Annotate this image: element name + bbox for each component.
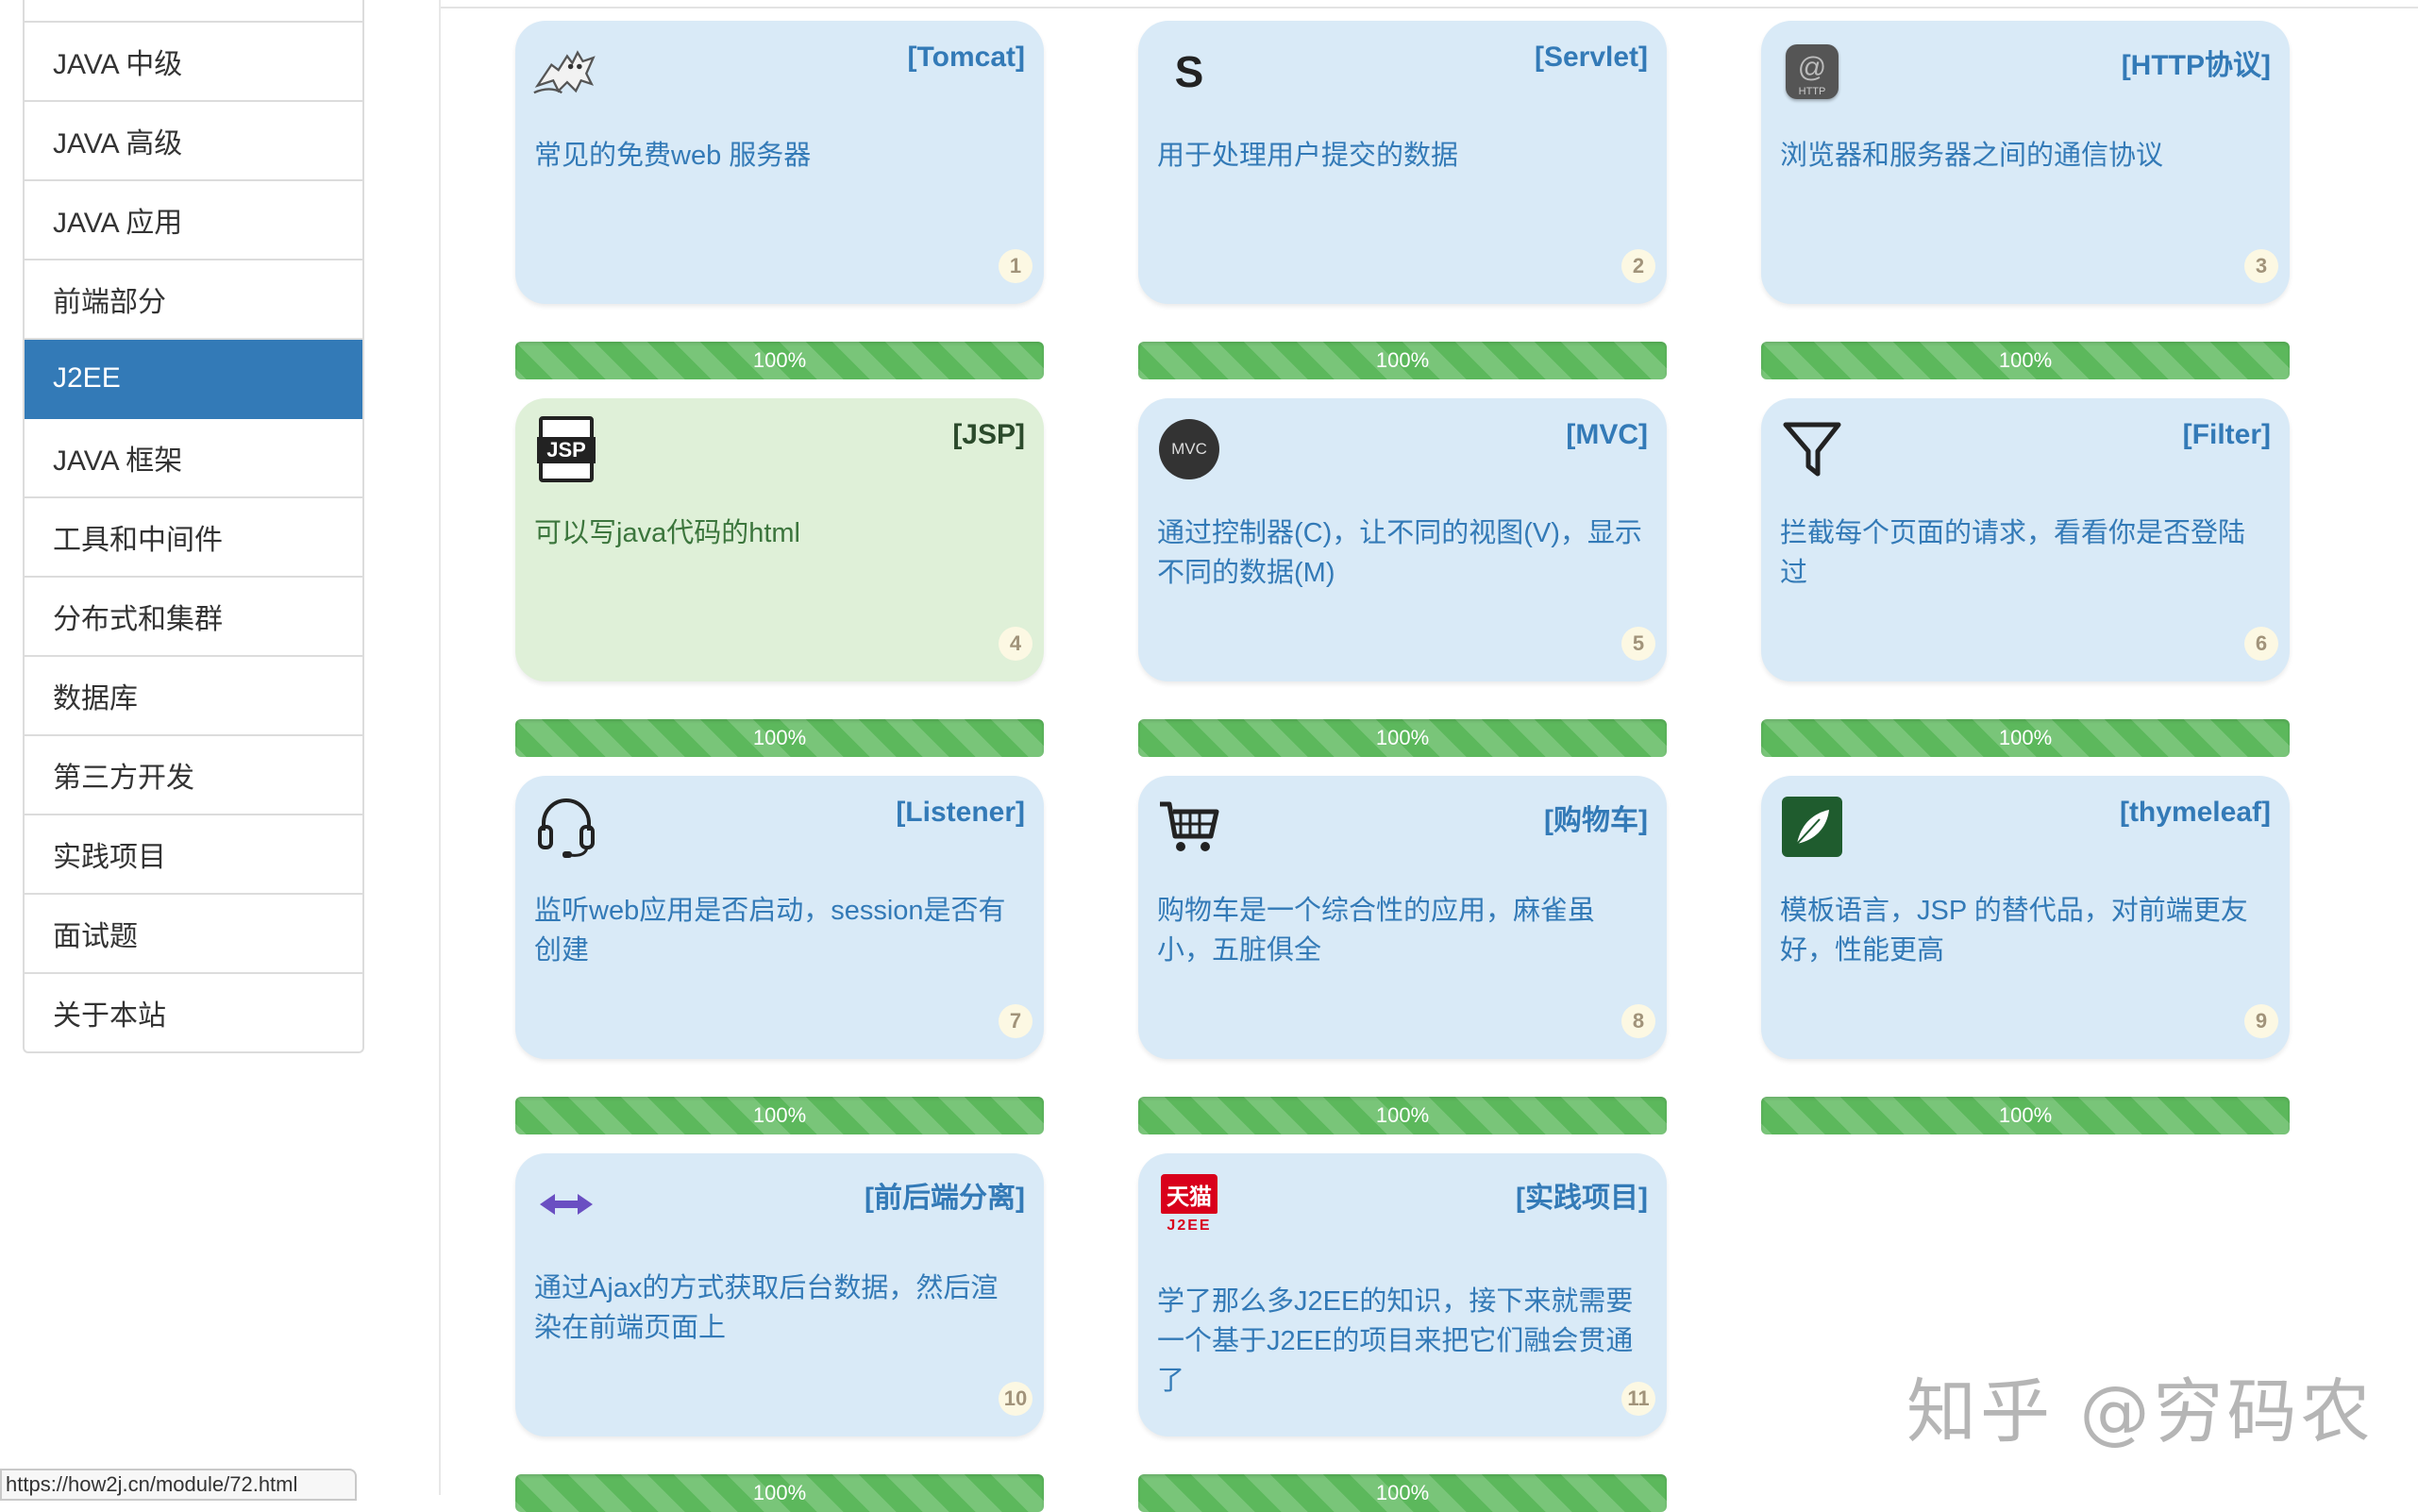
- mvc-icon: MVC: [1155, 415, 1223, 483]
- mvc-icon-label: MVC: [1159, 419, 1219, 479]
- module-card-jsp[interactable]: JSP [JSP] 可以写java代码的html 4: [515, 398, 1044, 681]
- headset-icon: [532, 793, 600, 861]
- card-description: 通过Ajax的方式获取后台数据，然后渲染在前端页面上: [534, 1273, 999, 1343]
- sidebar-item-interview[interactable]: 面试题: [25, 895, 362, 974]
- sidebar-item-frontend[interactable]: 前端部分: [25, 260, 362, 340]
- tomcat-icon: [532, 38, 600, 106]
- http-icon-label: HTTP: [1798, 86, 1826, 97]
- module-card-practice-project[interactable]: 天猫 J2EE [实践项目] 学了那么多J2EE的知识，接下来就需要一个基于J2…: [1138, 1153, 1667, 1436]
- progress-bar: 100%: [1761, 1097, 2290, 1134]
- card-title[interactable]: [HTTP协议]: [2122, 42, 2271, 83]
- servlet-icon: S: [1155, 38, 1223, 106]
- sidebar-item-java-applications[interactable]: JAVA 应用: [25, 181, 362, 260]
- card-number-badge: 3: [2244, 249, 2278, 283]
- card-title[interactable]: [JSP]: [952, 419, 1025, 451]
- card-title[interactable]: [Listener]: [896, 797, 1025, 829]
- filter-icon: [1778, 415, 1846, 483]
- card-number-badge: 4: [999, 627, 1033, 661]
- jsp-icon: JSP: [532, 415, 600, 483]
- card-number-badge: 10: [999, 1382, 1033, 1416]
- progress-bar: 100%: [1761, 719, 2290, 757]
- top-divider: [439, 7, 2418, 8]
- card-number-badge: 5: [1621, 627, 1655, 661]
- module-card-frontend-backend-separation[interactable]: [前后端分离] 通过Ajax的方式获取后台数据，然后渲染在前端页面上 10: [515, 1153, 1044, 1436]
- card-description: 用于处理用户提交的数据: [1157, 141, 1459, 171]
- leaf-icon: [1778, 793, 1846, 861]
- progress-bar: 100%: [1138, 342, 1667, 379]
- module-card-mvc[interactable]: MVC [MVC] 通过控制器(C)，让不同的视图(V)，显示不同的数据(M) …: [1138, 398, 1667, 681]
- progress-bar: 100%: [515, 1097, 1044, 1134]
- sidebar-item-tools-middleware[interactable]: 工具和中间件: [25, 498, 362, 578]
- jsp-icon-label: JSP: [537, 437, 596, 463]
- card-description: 学了那么多J2EE的知识，接下来就需要一个基于J2EE的项目来把它们融会贯通了: [1157, 1286, 1634, 1396]
- card-description: 模板语言，JSP 的替代品，对前端更友好，性能更高: [1780, 896, 2248, 966]
- sidebar-item-java-intermediate[interactable]: JAVA 中级: [25, 23, 362, 102]
- card-number-badge: 7: [999, 1004, 1033, 1038]
- card-description: 通过控制器(C)，让不同的视图(V)，显示不同的数据(M): [1157, 518, 1642, 588]
- sidebar-divider: [439, 0, 441, 1495]
- module-card-tomcat[interactable]: [Tomcat] 常见的免费web 服务器 1: [515, 21, 1044, 304]
- card-title[interactable]: [Tomcat]: [908, 42, 1025, 74]
- card-title[interactable]: [MVC]: [1566, 419, 1648, 451]
- card-title[interactable]: [购物车]: [1544, 797, 1648, 838]
- card-number-badge: 11: [1621, 1382, 1655, 1416]
- progress-bar: 100%: [1138, 719, 1667, 757]
- arrows-icon: [532, 1170, 600, 1238]
- http-icon: @ HTTP: [1778, 38, 1846, 106]
- card-number-badge: 6: [2244, 627, 2278, 661]
- sidebar-item-practice-projects[interactable]: 实践项目: [25, 815, 362, 895]
- sidebar-item-distributed-cluster[interactable]: 分布式和集群: [25, 578, 362, 657]
- card-description: 可以写java代码的html: [534, 518, 800, 548]
- card-description: 监听web应用是否启动，session是否有创建: [534, 896, 1006, 966]
- sidebar-item-java-advanced[interactable]: JAVA 高级: [25, 102, 362, 181]
- sidebar-item-database[interactable]: 数据库: [25, 657, 362, 736]
- watermark: 知乎 @穷码农: [1906, 1371, 2375, 1453]
- card-title[interactable]: [Filter]: [2183, 419, 2271, 451]
- card-description: 购物车是一个综合性的应用，麻雀虽小，五脏俱全: [1157, 896, 1596, 966]
- module-card-http[interactable]: @ HTTP [HTTP协议] 浏览器和服务器之间的通信协议 3: [1761, 21, 2290, 304]
- status-bar-url: https://how2j.cn/module/72.html: [0, 1469, 357, 1501]
- progress-bar: 100%: [515, 719, 1044, 757]
- progress-bar: 100%: [1138, 1097, 1667, 1134]
- progress-bar: 100%: [1761, 342, 2290, 379]
- sidebar-item-partial[interactable]: [25, 0, 362, 23]
- tmall-icon-label: 天猫: [1161, 1174, 1217, 1214]
- card-description: 浏览器和服务器之间的通信协议: [1780, 141, 2164, 171]
- card-number-badge: 8: [1621, 1004, 1655, 1038]
- sidebar-item-third-party[interactable]: 第三方开发: [25, 736, 362, 815]
- module-card-filter[interactable]: [Filter] 拦截每个页面的请求，看看你是否登陆过 6: [1761, 398, 2290, 681]
- card-title[interactable]: [thymeleaf]: [2120, 797, 2271, 829]
- card-number-badge: 9: [2244, 1004, 2278, 1038]
- progress-bar: 100%: [1138, 1474, 1667, 1512]
- card-title[interactable]: [前后端分离]: [865, 1174, 1025, 1216]
- card-description: 常见的免费web 服务器: [534, 141, 812, 171]
- progress-bar: 100%: [515, 1474, 1044, 1512]
- servlet-icon-letter: S: [1174, 47, 1204, 96]
- tmall-icon: 天猫 J2EE: [1155, 1170, 1223, 1238]
- module-card-thymeleaf[interactable]: [thymeleaf] 模板语言，JSP 的替代品，对前端更友好，性能更高 9: [1761, 776, 2290, 1059]
- progress-bar: 100%: [515, 342, 1044, 379]
- module-card-servlet[interactable]: S [Servlet] 用于处理用户提交的数据 2: [1138, 21, 1667, 304]
- cart-icon: [1155, 793, 1223, 861]
- sidebar-item-about[interactable]: 关于本站: [25, 974, 362, 1051]
- tmall-icon-subtitle: J2EE: [1167, 1218, 1212, 1234]
- card-description: 拦截每个页面的请求，看看你是否登陆过: [1780, 518, 2246, 588]
- module-card-listener[interactable]: [Listener] 监听web应用是否启动，session是否有创建 7: [515, 776, 1044, 1059]
- card-title[interactable]: [Servlet]: [1535, 42, 1648, 74]
- sidebar-item-java-frameworks[interactable]: JAVA 框架: [25, 419, 362, 498]
- card-title[interactable]: [实践项目]: [1516, 1174, 1648, 1216]
- card-number-badge: 2: [1621, 249, 1655, 283]
- sidebar-menu: JAVA 中级 JAVA 高级 JAVA 应用 前端部分 J2EE JAVA 框…: [23, 0, 364, 1053]
- sidebar-item-j2ee[interactable]: J2EE: [25, 340, 362, 419]
- card-number-badge: 1: [999, 249, 1033, 283]
- module-card-shopping-cart[interactable]: [购物车] 购物车是一个综合性的应用，麻雀虽小，五脏俱全 8: [1138, 776, 1667, 1059]
